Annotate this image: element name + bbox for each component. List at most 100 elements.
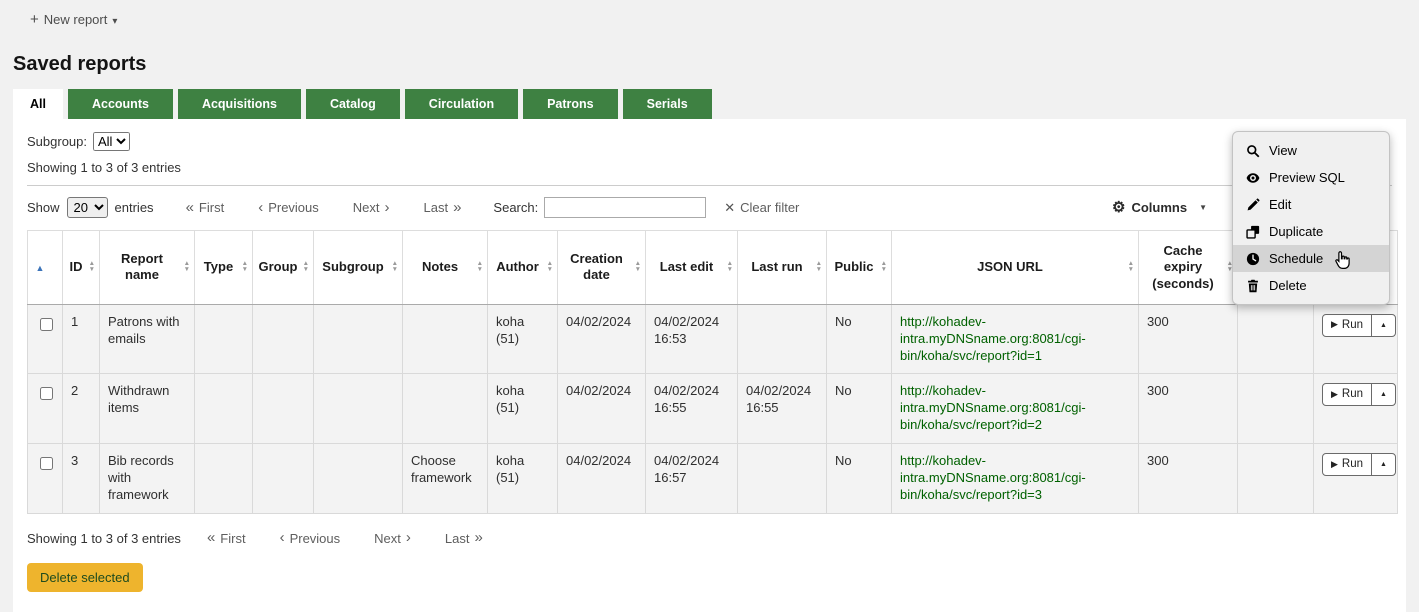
menu-item-label: Schedule	[1269, 251, 1323, 266]
menu-item-preview-sql[interactable]: Preview SQL	[1233, 164, 1389, 191]
header-author[interactable]: Author▲▼	[488, 231, 558, 305]
cell-select	[28, 374, 63, 444]
play-icon: ▶	[1331, 319, 1338, 331]
header-id[interactable]: ID ▲▼	[63, 231, 100, 305]
search-input[interactable]	[544, 197, 706, 218]
cell-report-name: Bib records with framework	[100, 444, 195, 514]
tab-patrons[interactable]: Patrons	[523, 89, 618, 119]
menu-item-label: Duplicate	[1269, 224, 1323, 239]
play-icon: ▶	[1331, 389, 1338, 401]
caret-up-icon: ▲	[1380, 390, 1387, 399]
toolbar-divider	[27, 185, 1392, 186]
tab-all[interactable]: All	[13, 89, 63, 119]
cell-type	[195, 304, 253, 374]
pagination-first-button[interactable]: «First	[207, 531, 246, 546]
run-split-button[interactable]: ▶Run▲	[1322, 314, 1396, 337]
tab-serials[interactable]: Serials	[623, 89, 712, 119]
header-group[interactable]: Group▲▼	[253, 231, 314, 305]
header-creation-date[interactable]: Creation date▲▼	[558, 231, 646, 305]
header-notes-label: Notes	[422, 259, 458, 274]
entries-label: entries	[115, 200, 154, 215]
run-menu-toggle[interactable]: ▲	[1371, 454, 1395, 475]
chevron-right-icon: ›	[385, 202, 390, 214]
header-public[interactable]: Public▲▼	[827, 231, 892, 305]
pagination-first-label: First	[199, 200, 224, 215]
sort-icon: ▲▼	[242, 261, 248, 273]
new-report-toolbar: +New report▾	[0, 0, 1419, 28]
row-actions-menu: View Preview SQL Edit Duplicate Schedule…	[1232, 131, 1390, 305]
plus-icon: +	[30, 11, 39, 28]
chevron-right-icon: ›	[406, 532, 411, 544]
sort-icon: ▲▼	[89, 261, 95, 273]
header-last-edit[interactable]: Last edit▲▼	[646, 231, 738, 305]
show-entries-control: Show 20 entries	[27, 197, 154, 218]
menu-item-delete[interactable]: Delete	[1233, 272, 1389, 299]
search-control: Search:	[493, 197, 706, 218]
menu-item-duplicate[interactable]: Duplicate	[1233, 218, 1389, 245]
run-menu-toggle[interactable]: ▲	[1371, 315, 1395, 336]
header-type[interactable]: Type▲▼	[195, 231, 253, 305]
columns-settings-button[interactable]: ⚙ Columns ▼	[1112, 200, 1207, 215]
run-label: Run	[1342, 387, 1363, 402]
play-icon: ▶	[1331, 459, 1338, 471]
pagination-last-button[interactable]: Last»	[445, 531, 483, 546]
row-select-checkbox[interactable]	[40, 318, 53, 331]
pagination-last-button[interactable]: Last»	[424, 200, 462, 215]
sort-icon: ▲▼	[1128, 261, 1134, 273]
page-length-select[interactable]: 20	[67, 197, 108, 218]
saved-reports-panel: Subgroup: All Showing 1 to 3 of 3 entrie…	[13, 119, 1406, 612]
clear-filter-label: Clear filter	[740, 200, 799, 215]
cell-saved-results	[1238, 374, 1314, 444]
header-cache-expiry[interactable]: Cache expiry (seconds)▲▼	[1139, 231, 1238, 305]
cell-report-name: Withdrawn items	[100, 374, 195, 444]
json-url-link[interactable]: http://kohadev-intra.myDNSname.org:8081/…	[900, 314, 1086, 363]
subgroup-select[interactable]: All	[93, 132, 130, 151]
tab-accounts[interactable]: Accounts	[68, 89, 173, 119]
cell-cache-expiry: 300	[1139, 304, 1238, 374]
cell-saved-results	[1238, 304, 1314, 374]
cell-id: 1	[63, 304, 100, 374]
pagination-bottom: «First ‹Previous Next› Last»	[207, 531, 483, 546]
menu-item-view[interactable]: View	[1233, 137, 1389, 164]
tab-circulation[interactable]: Circulation	[405, 89, 518, 119]
header-creation-date-label: Creation date	[570, 251, 623, 282]
pagination-previous-label: Previous	[268, 200, 319, 215]
header-notes[interactable]: Notes▲▼	[403, 231, 488, 305]
run-menu-toggle[interactable]: ▲	[1371, 384, 1395, 405]
header-subgroup[interactable]: Subgroup▲▼	[314, 231, 403, 305]
run-split-button[interactable]: ▶ Run ▲	[1322, 383, 1396, 406]
row-select-checkbox[interactable]	[40, 387, 53, 400]
header-sort-column[interactable]: ▲	[28, 231, 63, 305]
pagination-next-button[interactable]: Next›	[374, 531, 411, 546]
search-label: Search:	[493, 200, 538, 215]
header-id-label: ID	[70, 259, 83, 274]
pagination-previous-button[interactable]: ‹ Previous	[258, 200, 319, 215]
header-json-url[interactable]: JSON URL▲▼	[892, 231, 1139, 305]
search-icon	[1246, 144, 1260, 158]
pagination-next-label: Next	[353, 200, 380, 215]
delete-selected-button[interactable]: Delete selected	[27, 563, 143, 592]
json-url-link[interactable]: http://kohadev-intra.myDNSname.org:8081/…	[900, 453, 1086, 502]
tab-catalog[interactable]: Catalog	[306, 89, 400, 119]
pagination-next-button[interactable]: Next ›	[353, 200, 390, 215]
sort-icon: ▲▼	[392, 261, 398, 273]
row-select-checkbox[interactable]	[40, 457, 53, 470]
json-url-link[interactable]: http://kohadev-intra.myDNSname.org:8081/…	[900, 383, 1086, 432]
table-footer-row: Showing 1 to 3 of 3 entries «First ‹Prev…	[27, 531, 1392, 546]
menu-item-edit[interactable]: Edit	[1233, 191, 1389, 218]
new-report-button[interactable]: +New report▾	[30, 12, 117, 27]
cell-author: koha (51)	[488, 304, 558, 374]
run-split-button[interactable]: ▶Run▲	[1322, 453, 1396, 476]
menu-item-schedule[interactable]: Schedule	[1233, 245, 1389, 272]
chevron-left-icon: ‹	[258, 202, 263, 214]
cell-subgroup	[314, 444, 403, 514]
tab-acquisitions[interactable]: Acquisitions	[178, 89, 301, 119]
entries-info-top: Showing 1 to 3 of 3 entries	[27, 160, 1392, 175]
header-last-run[interactable]: Last run▲▼	[738, 231, 827, 305]
header-report-name[interactable]: Report name▲▼	[100, 231, 195, 305]
pagination-first-button[interactable]: «First	[186, 200, 225, 215]
cell-subgroup	[314, 304, 403, 374]
pagination-previous-button[interactable]: ‹Previous	[280, 531, 341, 546]
clear-filter-button[interactable]: ✕ Clear filter	[724, 200, 799, 216]
cell-notes: Choose framework	[403, 444, 488, 514]
